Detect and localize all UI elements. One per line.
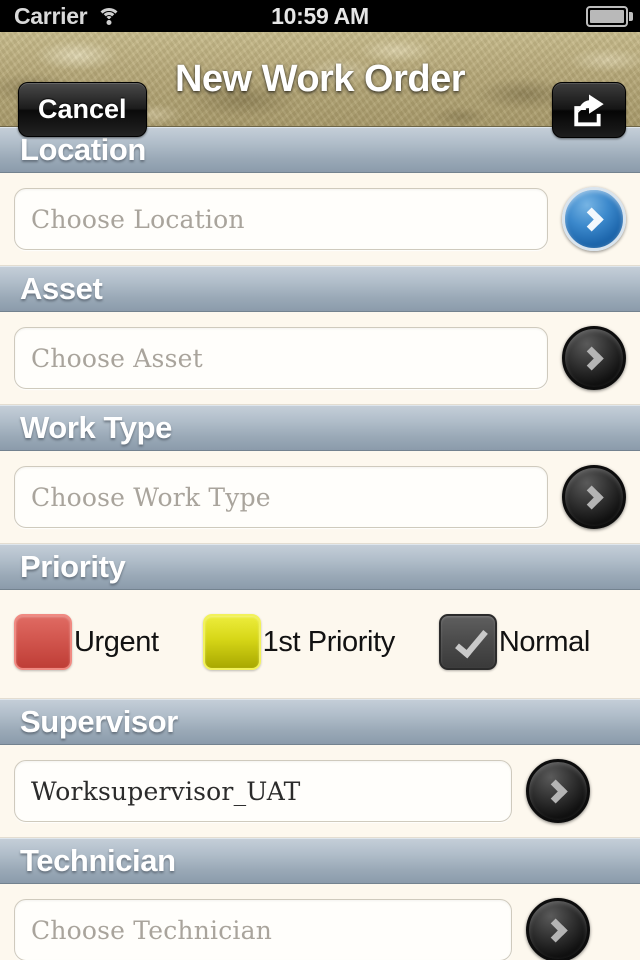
location-input[interactable]: Choose Location (14, 188, 548, 250)
section-body-supervisor: Worksupervisor_UAT (0, 745, 640, 838)
priority-label-urgent: Urgent (74, 625, 159, 658)
chevron-right-icon (543, 778, 568, 804)
field-row-location: Choose Location (0, 187, 640, 251)
share-button[interactable] (552, 82, 626, 138)
technician-chevron-button[interactable] (526, 898, 590, 960)
location-placeholder: Choose Location (31, 204, 245, 234)
chevron-right-icon (579, 345, 604, 371)
section-body-asset: Choose Asset (0, 312, 640, 405)
navigation-bar: Cancel New Work Order (0, 32, 640, 138)
field-row-supervisor: Worksupervisor_UAT (0, 759, 640, 823)
asset-chevron-button[interactable] (562, 326, 626, 390)
section-body-priority: Urgent 1st Priority Normal (0, 590, 640, 699)
section-body-work-type: Choose Work Type (0, 451, 640, 544)
app-screen: Carrier 10:59 AM Cancel New Work Order L… (0, 0, 640, 960)
section-title-location: Location (20, 132, 146, 167)
chevron-right-icon (579, 206, 604, 232)
checkbox-urgent[interactable] (14, 614, 72, 670)
share-icon (574, 94, 604, 127)
work-type-chevron-button[interactable] (562, 465, 626, 529)
checkbox-first-priority[interactable] (202, 614, 261, 670)
field-row-technician: Choose Technician (0, 898, 640, 960)
section-body-location: Choose Location (0, 173, 640, 266)
section-title-work-type: Work Type (20, 410, 173, 445)
priority-option-normal[interactable]: Normal (438, 614, 590, 670)
work-type-input[interactable]: Choose Work Type (14, 466, 548, 528)
priority-label-first-priority: 1st Priority (262, 625, 396, 658)
asset-placeholder: Choose Asset (31, 343, 203, 373)
section-header-priority: Priority (0, 544, 640, 590)
location-chevron-button[interactable] (562, 187, 626, 251)
field-row-work-type: Choose Work Type (0, 465, 640, 529)
section-header-work-type: Work Type (0, 405, 640, 451)
priority-option-urgent[interactable]: Urgent (14, 614, 159, 670)
section-title-supervisor: Supervisor (20, 704, 178, 739)
section-title-technician: Technician (20, 843, 176, 878)
priority-option-first-priority[interactable]: 1st Priority (202, 614, 396, 670)
supervisor-value: Worksupervisor_UAT (31, 776, 301, 806)
cancel-button[interactable]: Cancel (18, 82, 147, 137)
section-title-asset: Asset (20, 271, 103, 306)
priority-label-normal: Normal (498, 625, 590, 658)
supervisor-chevron-button[interactable] (526, 759, 590, 823)
checkmark-icon (454, 623, 488, 659)
field-row-asset: Choose Asset (0, 326, 640, 390)
supervisor-input[interactable]: Worksupervisor_UAT (14, 760, 512, 822)
section-header-asset: Asset (0, 266, 640, 312)
chevron-right-icon (543, 917, 568, 943)
asset-input[interactable]: Choose Asset (14, 327, 548, 389)
section-header-technician: Technician (0, 838, 640, 884)
technician-input[interactable]: Choose Technician (14, 899, 512, 960)
work-type-placeholder: Choose Work Type (31, 482, 271, 512)
technician-placeholder: Choose Technician (31, 915, 273, 945)
page-title: New Work Order (174, 57, 466, 100)
section-header-supervisor: Supervisor (0, 699, 640, 745)
section-title-priority: Priority (20, 549, 126, 584)
status-bar: Carrier 10:59 AM (0, 0, 640, 32)
checkbox-normal[interactable] (438, 614, 497, 670)
section-body-technician: Choose Technician (0, 884, 640, 960)
clock-label: 10:59 AM (271, 2, 369, 29)
chevron-right-icon (579, 484, 604, 510)
battery-icon (586, 5, 633, 27)
